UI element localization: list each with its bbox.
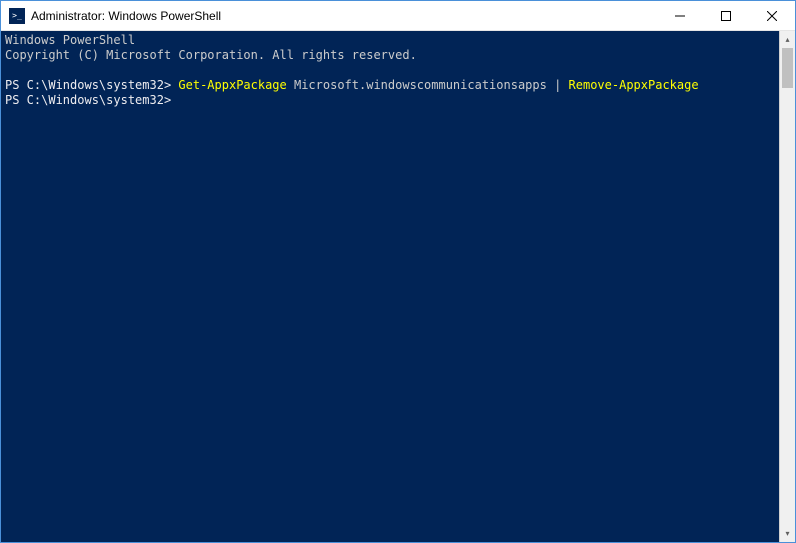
window-title: Administrator: Windows PowerShell [31,9,657,23]
terminal-header-line1: Windows PowerShell [5,33,135,47]
minimize-button[interactable] [657,1,703,30]
scrollbar-thumb[interactable] [782,48,793,88]
scrollbar-down-arrow-icon[interactable]: ▾ [780,525,795,542]
powershell-icon [9,8,25,24]
content-area: Windows PowerShell Copyright (C) Microso… [1,31,795,542]
terminal-cmdlet-1: Get-AppxPackage [178,78,294,92]
terminal-arg-1: Microsoft.windowscommunicationsapps [294,78,554,92]
terminal-pipe: | [554,78,568,92]
window-controls [657,1,795,30]
terminal-prompt-2: PS C:\Windows\system32> [5,93,171,107]
terminal-header-line2: Copyright (C) Microsoft Corporation. All… [5,48,417,62]
terminal-prompt-1: PS C:\Windows\system32> [5,78,178,92]
maximize-button[interactable] [703,1,749,30]
powershell-window: Administrator: Windows PowerShell Window… [0,0,796,543]
terminal[interactable]: Windows PowerShell Copyright (C) Microso… [1,31,779,542]
scrollbar-vertical[interactable]: ▴ ▾ [779,31,795,542]
scrollbar-up-arrow-icon[interactable]: ▴ [780,31,795,48]
terminal-cmdlet-2: Remove-AppxPackage [569,78,699,92]
titlebar[interactable]: Administrator: Windows PowerShell [1,1,795,31]
close-button[interactable] [749,1,795,30]
